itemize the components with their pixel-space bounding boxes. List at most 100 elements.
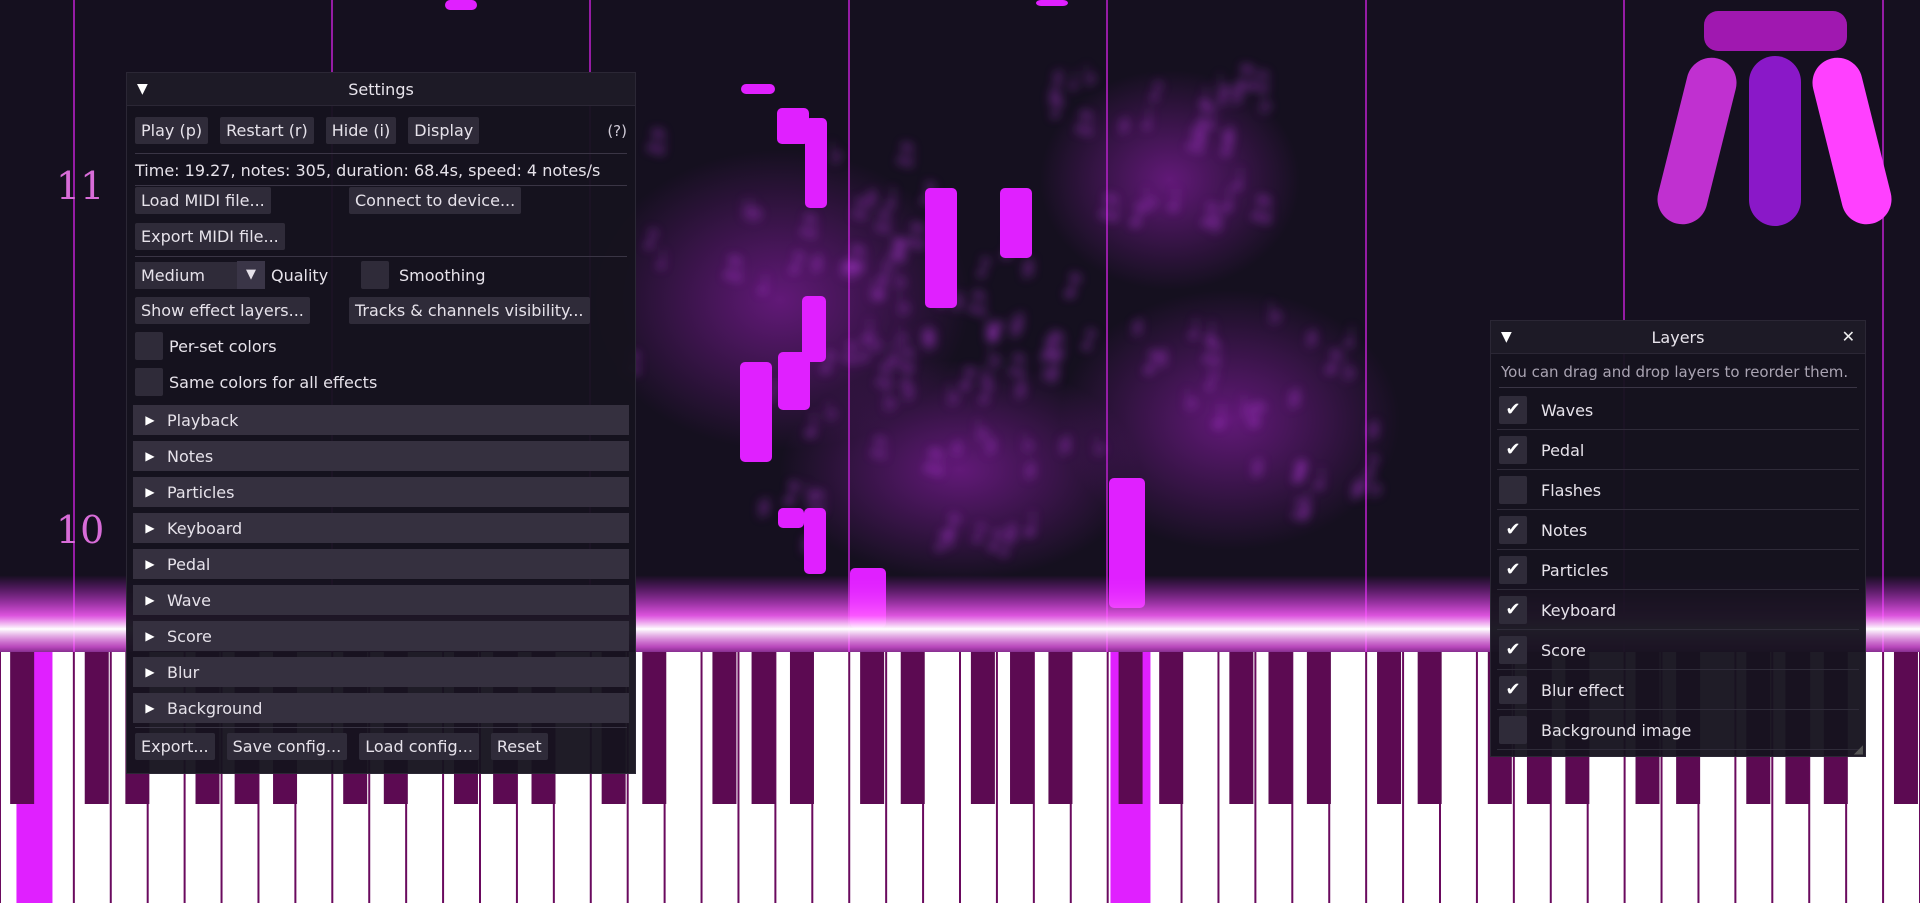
play-button[interactable]: Play (p) — [135, 117, 209, 144]
section-label: Keyboard — [167, 518, 243, 538]
note-particle: ♪ — [972, 519, 988, 548]
note-particle: ♭ — [829, 136, 843, 170]
note-particle: ♯ — [810, 248, 824, 281]
section-score[interactable]: ▶ Score — [133, 621, 629, 651]
note-particle: ♯ — [903, 379, 915, 409]
black-key — [860, 652, 885, 804]
layer-item[interactable]: Flashes — [1497, 471, 1859, 510]
load-config-button[interactable]: Load config... — [359, 733, 479, 760]
note-particle: ♫ — [867, 432, 889, 461]
layer-item[interactable]: Background image — [1497, 711, 1859, 750]
section-wave[interactable]: ▶ Wave — [133, 585, 629, 615]
restart-button[interactable]: Restart (r) — [220, 117, 314, 144]
layer-checkbox[interactable]: ✔ — [1499, 556, 1527, 584]
black-key — [1417, 652, 1442, 804]
connect-device-button[interactable]: Connect to device... — [349, 187, 522, 214]
layer-checkbox[interactable] — [1499, 716, 1527, 744]
layer-label: Flashes — [1541, 480, 1602, 500]
layer-item[interactable]: ✔ Keyboard — [1497, 591, 1859, 630]
collapse-triangle-icon[interactable]: ▼ — [1501, 329, 1512, 345]
resize-grip-icon[interactable]: ◢ — [1854, 742, 1863, 756]
show-effect-layers-button[interactable]: Show effect layers... — [135, 297, 310, 324]
layer-label: Keyboard — [1541, 600, 1617, 620]
black-key — [1229, 652, 1254, 804]
same-colors-checkbox[interactable] — [135, 368, 163, 396]
falling-note — [778, 508, 804, 528]
settings-panel: ▼ Settings Play (p) Restart (r) Hide (i)… — [126, 72, 636, 774]
layers-titlebar[interactable]: ▼ Layers ✕ — [1491, 321, 1865, 354]
falling-note — [1036, 0, 1068, 6]
layer-item[interactable]: ✔ Pedal — [1497, 431, 1859, 470]
chevron-down-icon: ▼ — [237, 261, 265, 289]
note-particle: ♪ — [958, 362, 977, 396]
note-particle: ♫ — [848, 194, 870, 222]
layer-checkbox[interactable]: ✔ — [1499, 636, 1527, 664]
section-background[interactable]: ▶ Background — [133, 693, 629, 723]
note-particle: ♪ — [1204, 367, 1219, 395]
collapse-triangle-icon[interactable]: ▼ — [137, 81, 148, 97]
falling-note — [805, 118, 827, 208]
close-icon[interactable]: ✕ — [1842, 327, 1855, 346]
note-particle: ♭ — [1094, 432, 1106, 462]
note-particle: ♫ — [1192, 99, 1219, 134]
layer-checkbox[interactable]: ✔ — [1499, 396, 1527, 424]
tracks-visibility-button[interactable]: Tracks & channels visibility... — [349, 297, 590, 324]
save-config-button[interactable]: Save config... — [226, 733, 348, 760]
black-key — [1159, 652, 1184, 804]
load-midi-button[interactable]: Load MIDI file... — [135, 187, 271, 214]
hide-button[interactable]: Hide (i) — [325, 117, 397, 144]
note-particle: ♭ — [1268, 297, 1282, 332]
quality-select[interactable]: Medium ▼ — [135, 261, 265, 289]
falling-note — [925, 188, 957, 308]
note-particle: ♯ — [1014, 373, 1028, 407]
smoothing-checkbox[interactable] — [361, 261, 389, 289]
layer-item[interactable]: ✔ Waves — [1497, 391, 1859, 430]
section-keyboard[interactable]: ▶ Keyboard — [133, 513, 629, 543]
note-particle: ♭ — [825, 397, 837, 427]
note-particle: ♪ — [1049, 94, 1065, 124]
layer-checkbox[interactable]: ✔ — [1499, 516, 1527, 544]
layer-checkbox[interactable] — [1499, 476, 1527, 504]
section-particles[interactable]: ▶ Particles — [133, 477, 629, 507]
export-button[interactable]: Export... — [135, 733, 215, 760]
layer-label: Waves — [1541, 400, 1594, 420]
note-particle: ♪ — [1063, 266, 1083, 304]
black-key — [642, 652, 667, 804]
section-notes[interactable]: ▶ Notes — [133, 441, 629, 471]
layer-item[interactable]: ✔ Blur effect — [1497, 671, 1859, 710]
section-label: Background — [167, 698, 263, 718]
note-particle: ♯ — [1155, 342, 1169, 376]
layer-checkbox[interactable]: ✔ — [1499, 676, 1527, 704]
export-midi-button[interactable]: Export MIDI file... — [135, 223, 285, 250]
display-button[interactable]: Display — [408, 117, 480, 144]
expand-arrow-icon: ▶ — [145, 413, 155, 427]
section-label: Particles — [167, 482, 235, 502]
section-playback[interactable]: ▶ Playback — [133, 405, 629, 435]
help-button[interactable]: (?) — [607, 122, 627, 140]
note-particle: ♯ — [1230, 78, 1245, 114]
falling-note — [1000, 188, 1032, 258]
layer-checkbox[interactable]: ✔ — [1499, 596, 1527, 624]
layer-checkbox[interactable]: ✔ — [1499, 436, 1527, 464]
note-particle: ♫ — [1199, 334, 1225, 368]
section-blur[interactable]: ▶ Blur — [133, 657, 629, 687]
layer-label: Pedal — [1541, 440, 1585, 460]
section-pedal[interactable]: ▶ Pedal — [133, 549, 629, 579]
black-key — [900, 652, 925, 804]
reset-button[interactable]: Reset — [490, 733, 548, 760]
note-particle: ♯ — [923, 323, 938, 359]
falling-note — [741, 84, 775, 94]
layer-item[interactable]: ✔ Particles — [1497, 551, 1859, 590]
note-particle: ♫ — [842, 240, 868, 274]
per-set-colors-checkbox[interactable] — [135, 332, 163, 360]
note-particle: ♪ — [978, 378, 995, 409]
black-key — [1048, 652, 1073, 804]
note-particle: ♯ — [951, 434, 963, 463]
layer-item[interactable]: ✔ Score — [1497, 631, 1859, 670]
layers-hint: You can drag and drop layers to reorder … — [1501, 363, 1849, 381]
expand-arrow-icon: ▶ — [145, 593, 155, 607]
expand-arrow-icon: ▶ — [145, 701, 155, 715]
note-particle: ♭ — [894, 263, 907, 296]
layer-item[interactable]: ✔ Notes — [1497, 511, 1859, 550]
settings-titlebar[interactable]: ▼ Settings — [127, 73, 635, 106]
